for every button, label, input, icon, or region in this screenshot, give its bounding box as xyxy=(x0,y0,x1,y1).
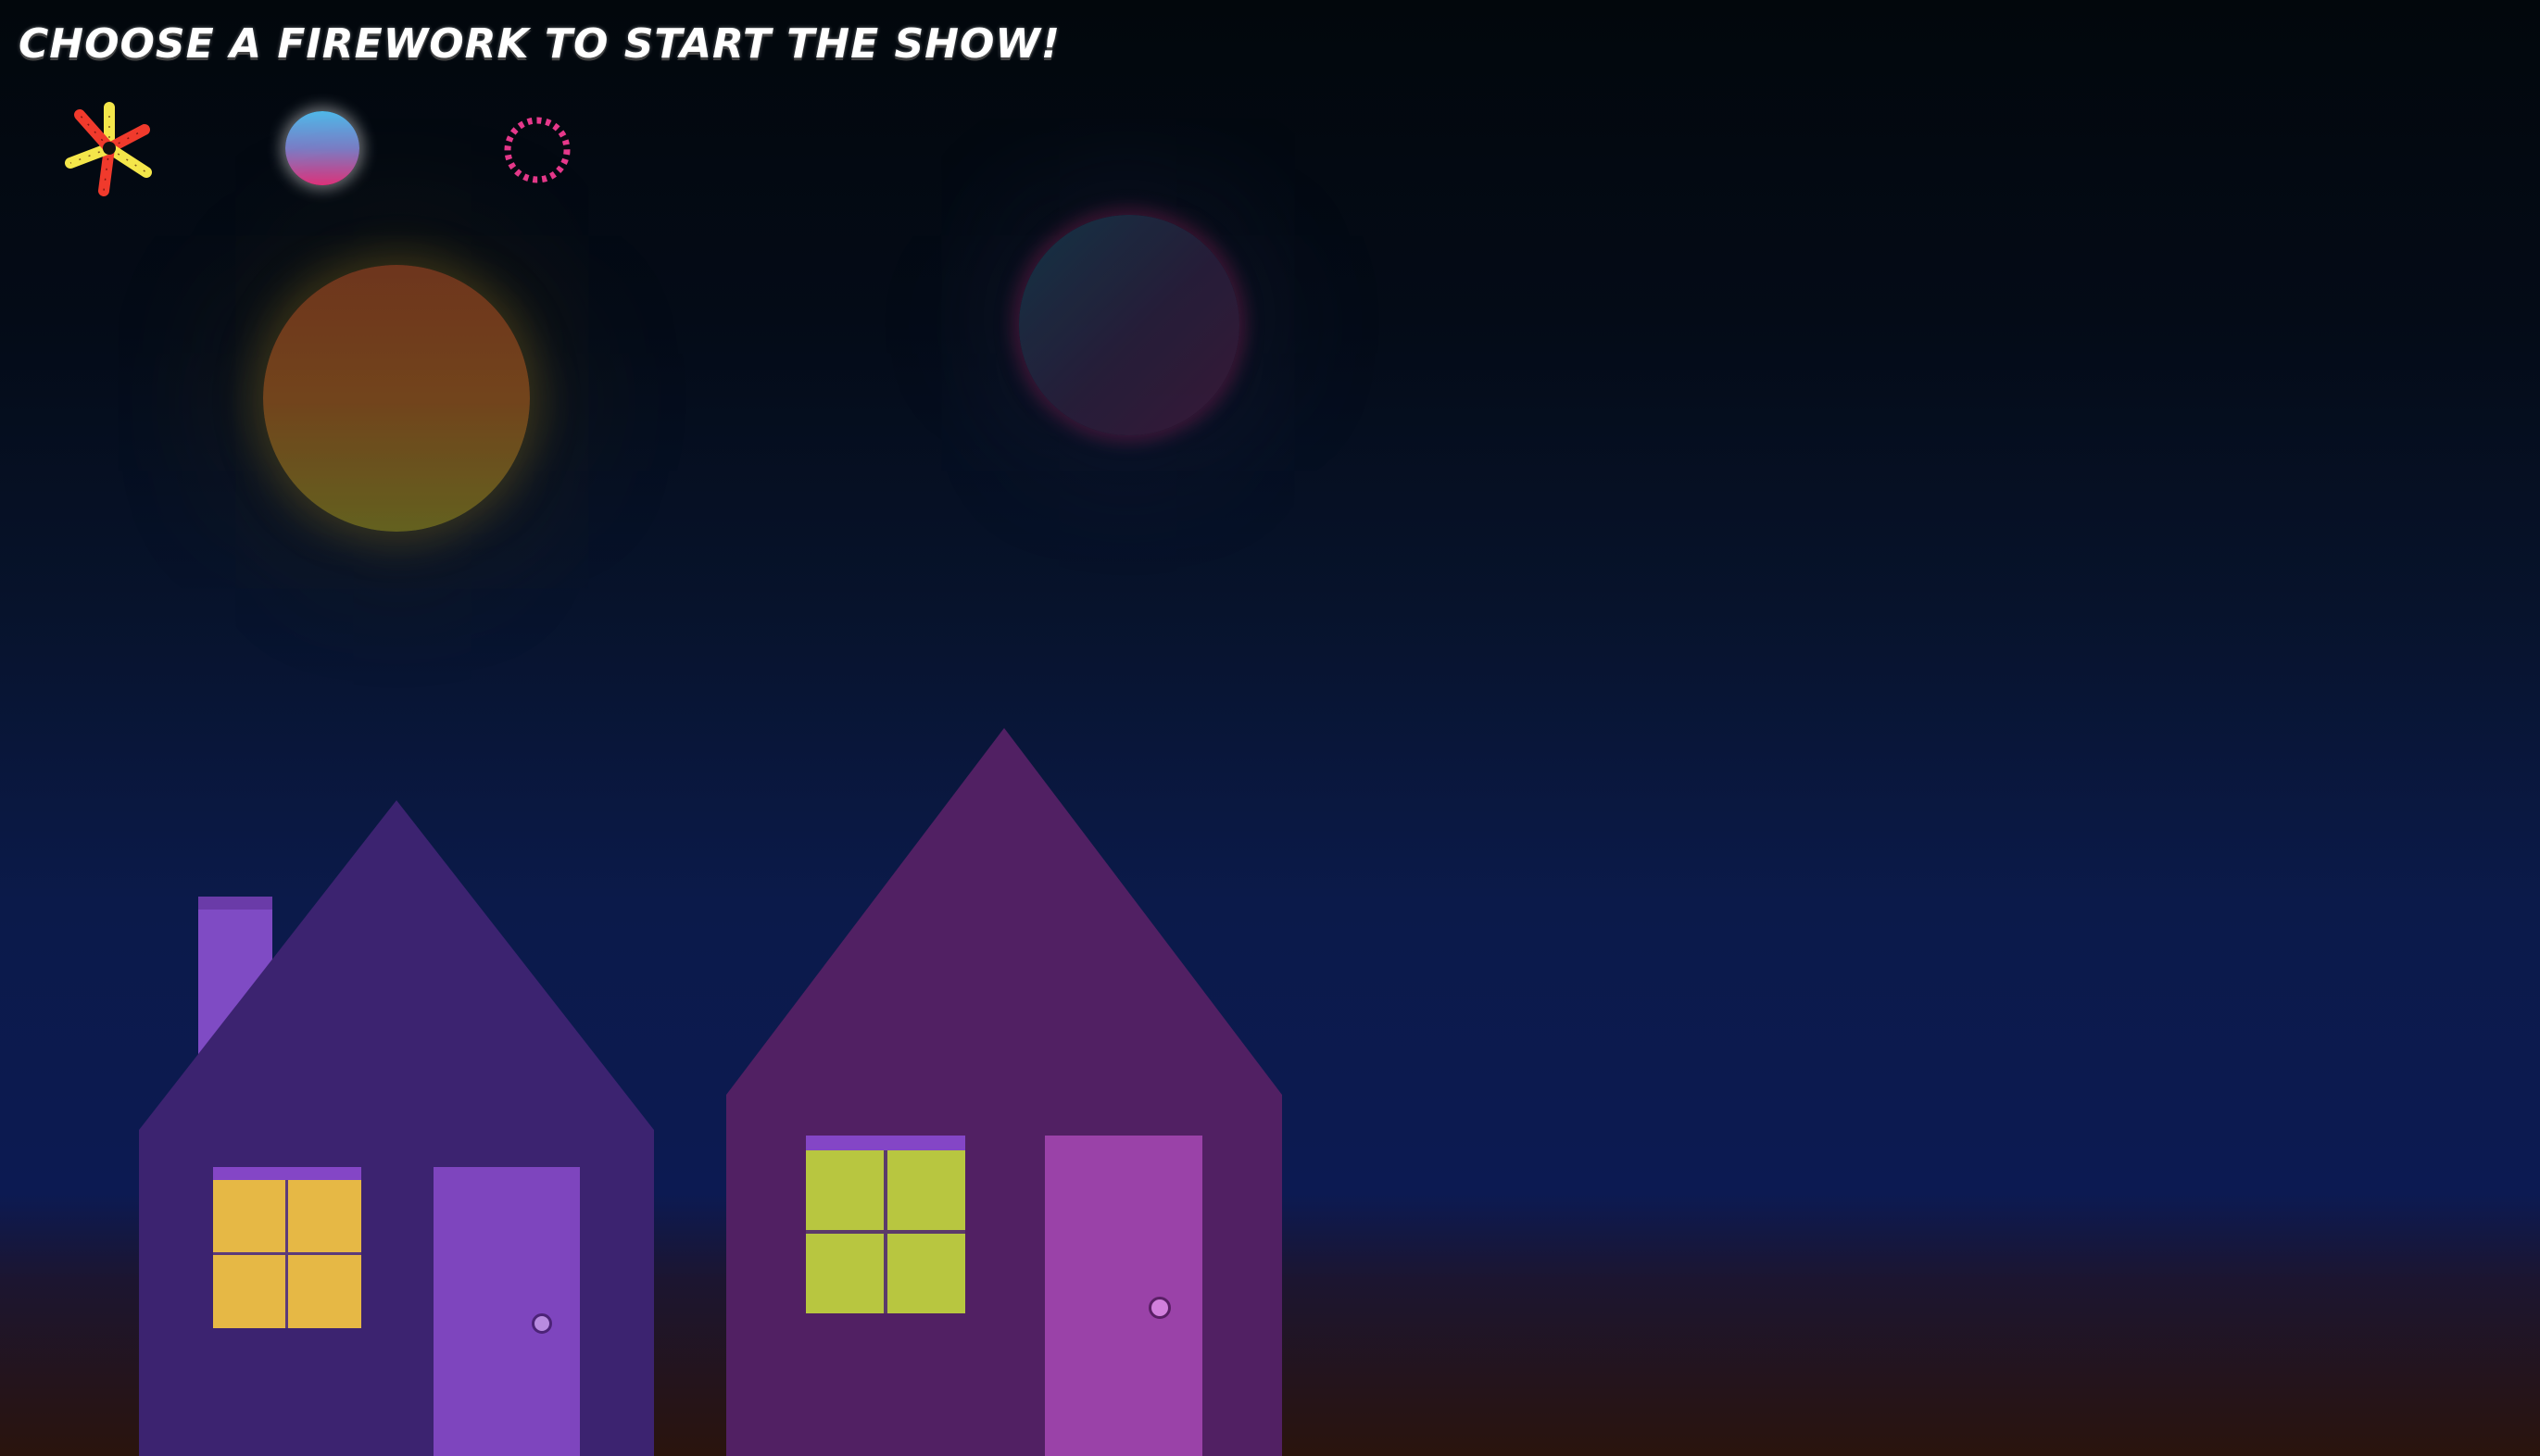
house-left-door xyxy=(434,1167,580,1456)
gradient-orb-icon xyxy=(285,111,359,185)
firework-orb-button[interactable] xyxy=(285,111,363,189)
house-right-door xyxy=(1045,1136,1202,1456)
house-right-window xyxy=(806,1136,965,1313)
starburst-icon xyxy=(65,102,152,196)
page-title: Choose a firework to start the show! xyxy=(19,20,1061,68)
firework-starburst-button[interactable] xyxy=(57,96,161,200)
house-left-window xyxy=(213,1167,361,1328)
firework-ring-button[interactable] xyxy=(500,113,574,187)
door-knob xyxy=(532,1313,552,1334)
firework-glow-orange xyxy=(263,265,530,532)
door-knob xyxy=(1149,1297,1171,1319)
firework-glow-pink xyxy=(1019,215,1239,435)
dotted-ring-icon xyxy=(504,117,571,183)
